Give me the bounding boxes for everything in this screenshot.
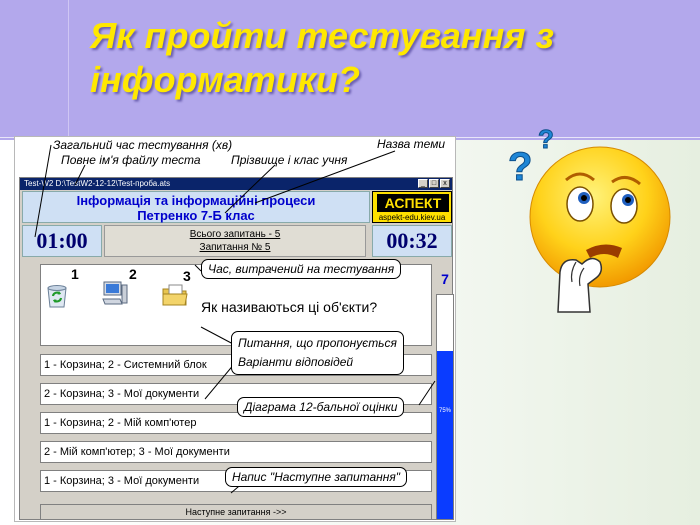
- callout-score-chart: Діаграма 12-бальної оцінки: [237, 397, 405, 417]
- callout-time-spent: Час, витрачений на тестування: [201, 259, 402, 279]
- slide-title-line1: Як пройти тестування з: [90, 15, 554, 56]
- thinking-smiley-icon: ? ?: [508, 124, 671, 313]
- svg-text:?: ?: [508, 145, 532, 189]
- slide-title: Як пройти тестування з інформатики?: [90, 14, 650, 102]
- annotation-leader-lines: [34, 144, 436, 494]
- svg-text:?: ?: [538, 124, 554, 154]
- callout-question: Питання, що пропонується: [238, 336, 397, 350]
- callout-question-answers: Питання, що пропонується Варіанти відпов…: [231, 331, 404, 375]
- header-divider-vertical: [68, 0, 69, 140]
- slide-title-line2: інформатики?: [90, 59, 360, 100]
- callout-answer-options: Варіанти відповідей: [238, 355, 354, 369]
- callout-next-label: Напис "Наступне запитання": [225, 467, 408, 487]
- annotated-screenshot: Загальний час тестування (хв) Повне ім'я…: [14, 136, 456, 522]
